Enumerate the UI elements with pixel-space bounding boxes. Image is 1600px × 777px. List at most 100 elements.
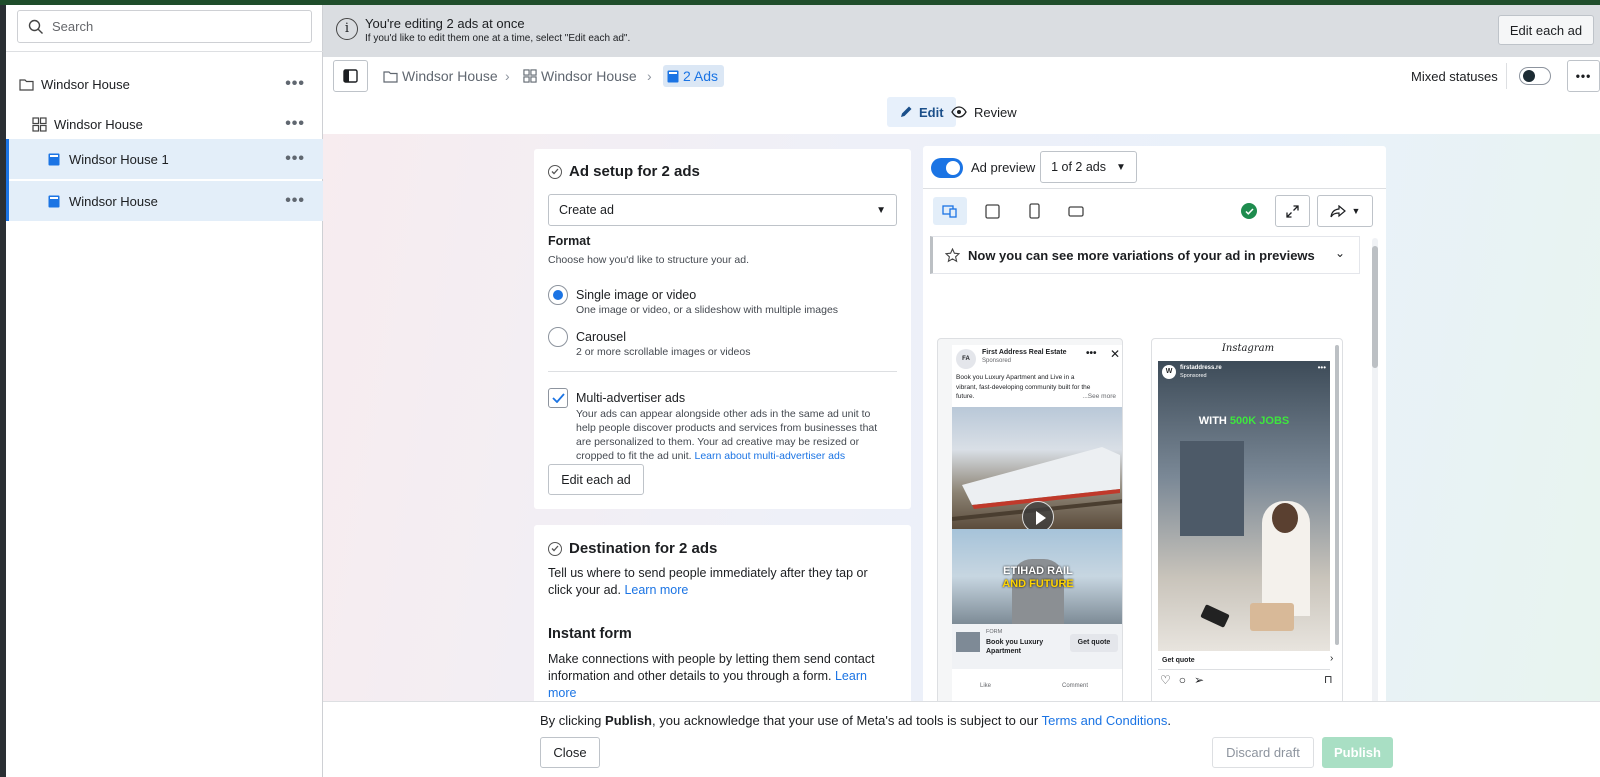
ad-action-select[interactable]: Create ad ▼ xyxy=(548,194,897,226)
radio-carousel[interactable] xyxy=(548,327,568,347)
more-options-icon[interactable]: ••• xyxy=(285,150,305,168)
facebook-feed-preview: FA First Address Real Estate Sponsored •… xyxy=(937,338,1123,701)
fb-city-image: ETIHAD RAIL AND FUTURE xyxy=(952,529,1122,624)
close-icon: ✕ xyxy=(1110,347,1121,361)
breadcrumb-ads[interactable]: 2 Ads xyxy=(663,65,725,87)
toggle-knob xyxy=(946,161,960,175)
ad-icon xyxy=(46,193,62,209)
status-label: Mixed statuses xyxy=(1411,69,1498,84)
footer-bar: By clicking Publish, you acknowledge tha… xyxy=(323,701,1600,777)
instant-form-title: Instant form xyxy=(548,626,632,642)
bookmark-icon: ⊓ xyxy=(1324,674,1333,686)
option-desc: One image or video, or a slideshow with … xyxy=(576,304,839,316)
ad-setup-card: Ad setup for 2 ads Create ad ▼ Format Ch… xyxy=(534,149,911,509)
device-landscape-button[interactable] xyxy=(1059,197,1093,225)
legal-text: By clicking Publish, you acknowledge tha… xyxy=(540,713,1171,728)
fb-cta-bar: FORM Book you Luxury Apartment Get quote xyxy=(952,624,1122,669)
more-options-icon[interactable]: ••• xyxy=(285,75,305,93)
building-shape xyxy=(1180,441,1244,536)
learn-multi-advertiser-link[interactable]: Learn about multi-advertiser ads xyxy=(695,450,846,462)
learn-more-link[interactable]: more xyxy=(548,685,875,701)
preview-scroll-thumb[interactable] xyxy=(1372,246,1378,368)
fb-sponsored: Sponsored xyxy=(982,358,1012,364)
instagram-logo: Instagram xyxy=(1221,343,1275,354)
check-circle-icon xyxy=(548,164,562,179)
presenter-head xyxy=(1272,503,1298,533)
fb-post: FA First Address Real Estate Sponsored •… xyxy=(951,345,1122,701)
tree-item-ad-2[interactable]: Windsor House ••• xyxy=(6,181,323,221)
destination-card: Destination for 2 ads Tell us where to s… xyxy=(534,525,911,701)
tree-item-label: Windsor House xyxy=(69,193,158,209)
close-button[interactable]: Close xyxy=(540,737,600,768)
info-icon: i xyxy=(336,18,358,40)
option-label: Carousel xyxy=(576,330,627,344)
instagram-feed-preview: Instagram W firstaddress.re Sponsored ••… xyxy=(1151,338,1343,701)
ig-account: firstaddress.re xyxy=(1180,365,1222,371)
search-input[interactable] xyxy=(52,19,292,34)
discard-draft-button[interactable]: Discard draft xyxy=(1212,737,1314,768)
learn-more-link[interactable]: Learn xyxy=(835,669,867,683)
publish-button[interactable]: Publish xyxy=(1322,737,1393,768)
form-thumbnail xyxy=(956,632,980,652)
device-vertical-button[interactable] xyxy=(1017,197,1051,225)
expand-icon xyxy=(1286,204,1299,218)
ad-icon xyxy=(46,151,62,167)
tree-item-label: Windsor House 1 xyxy=(69,151,169,167)
fb-body: Book you Luxury Apartment and Live in a … xyxy=(956,374,1116,400)
tree-item-campaign[interactable]: Windsor House ••• xyxy=(6,64,323,104)
divider xyxy=(1158,669,1330,670)
edit-each-ad-button[interactable]: Edit each ad xyxy=(548,464,644,495)
device-all-button[interactable] xyxy=(933,197,967,225)
ad-icon xyxy=(667,70,679,82)
more-options-button[interactable]: ••• xyxy=(1567,60,1600,92)
multi-advertiser-label: Multi-advertiser ads xyxy=(576,391,686,405)
ad-count-select[interactable]: 1 of 2 ads ▼ xyxy=(1040,151,1137,183)
instant-form-desc: Make connections with people by letting … xyxy=(548,652,875,701)
more-options-icon[interactable]: ••• xyxy=(285,192,305,210)
share-icon xyxy=(1329,204,1346,217)
fb-get-quote-button[interactable]: Get quote xyxy=(1070,634,1118,652)
fb-train-image xyxy=(951,407,1122,533)
search-box[interactable] xyxy=(17,10,312,43)
ig-scrollbar xyxy=(1335,345,1339,645)
chevron-right-icon: › xyxy=(505,68,510,84)
tree-item-adset[interactable]: Windsor House ••• xyxy=(6,104,323,144)
sidebar-panel-icon xyxy=(343,69,358,83)
breadcrumb-campaign[interactable]: Windsor House xyxy=(383,68,498,84)
selection-indicator xyxy=(6,139,9,221)
square-format-icon xyxy=(984,203,1000,219)
sidebar-divider xyxy=(6,51,323,52)
like-label: Like xyxy=(980,683,992,689)
sidebar: Windsor House ••• Windsor House ••• Wind… xyxy=(6,5,323,777)
radio-single-image[interactable] xyxy=(548,285,568,305)
tree-item-ad-1[interactable]: Windsor House 1 ••• xyxy=(6,139,323,179)
breadcrumb-adset[interactable]: Windsor House xyxy=(523,68,637,84)
multi-device-icon xyxy=(942,205,957,218)
status-toggle[interactable] xyxy=(1519,67,1551,85)
breadcrumb: Windsor House › Windsor House › 2 Ads Mi… xyxy=(323,57,1600,97)
tab-review[interactable]: Review xyxy=(939,97,1029,127)
divider xyxy=(923,188,1386,189)
edit-each-ad-button[interactable]: Edit each ad xyxy=(1498,15,1594,45)
multi-advertiser-checkbox[interactable] xyxy=(548,388,568,408)
divider xyxy=(548,371,897,372)
expand-button[interactable] xyxy=(1275,195,1310,227)
device-square-button[interactable] xyxy=(975,197,1009,225)
more-options-icon[interactable]: ••• xyxy=(285,115,305,133)
toggle-sidebar-button[interactable] xyxy=(333,60,368,92)
variations-notice[interactable]: Now you can see more variations of your … xyxy=(930,236,1360,274)
check-circle-icon xyxy=(548,541,562,556)
mode-switcher: Edit Review xyxy=(323,97,1600,134)
ad-preview-toggle[interactable] xyxy=(931,158,963,178)
fb-headline: Book you Luxury Apartment xyxy=(986,639,1044,655)
chevron-down-icon[interactable]: ⌄ xyxy=(1335,246,1345,260)
ig-get-quote[interactable]: Get quote xyxy=(1162,657,1195,664)
multi-edit-banner: i You're editing 2 ads at once If you'd … xyxy=(323,5,1600,57)
terms-link[interactable]: Terms and Conditions xyxy=(1042,713,1168,728)
learn-more-link[interactable]: Learn more xyxy=(624,583,688,597)
format-label: Format xyxy=(548,234,591,248)
chevron-right-icon: › xyxy=(647,68,652,84)
send-icon: ➢ xyxy=(1194,673,1205,687)
ad-preview-label: Ad preview xyxy=(971,160,1036,175)
share-button[interactable]: ▼ xyxy=(1317,195,1373,227)
